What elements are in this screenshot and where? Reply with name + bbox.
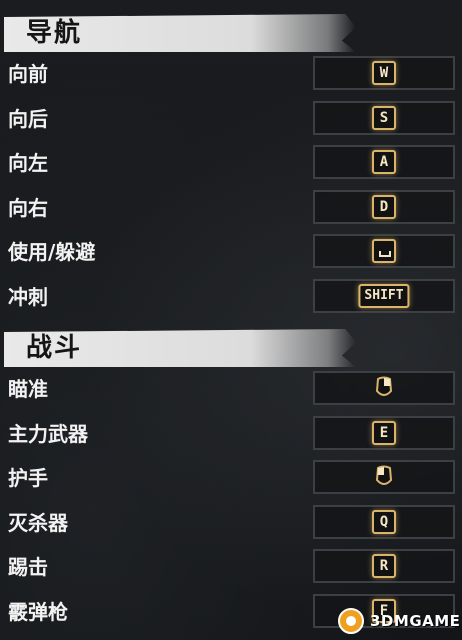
- watermark-logo-icon: [338, 608, 364, 634]
- keybind-right[interactable]: D: [313, 190, 455, 224]
- row-label-backward: 向后: [8, 107, 48, 131]
- right-mouse-button-icon: [375, 376, 393, 396]
- row-label-sprint: 冲刺: [8, 285, 48, 309]
- keybind-sprint[interactable]: SHIFT: [313, 279, 455, 313]
- watermark-text: 3DMGAME: [370, 612, 461, 630]
- keycap-left: A: [372, 150, 396, 174]
- row-label-forward: 向前: [8, 62, 48, 86]
- row-label-aim: 瞄准: [8, 377, 48, 401]
- keybind-aim[interactable]: [313, 371, 455, 405]
- keycap-right: D: [372, 195, 396, 219]
- keycap-destroyer: Q: [372, 510, 396, 534]
- watermark: 3DMGAME: [336, 606, 461, 636]
- keybind-kick[interactable]: R: [313, 549, 455, 583]
- row-label-destroyer: 灭杀器: [8, 511, 68, 535]
- row-label-kick: 踢击: [8, 555, 48, 579]
- spacebar-icon: [372, 239, 396, 263]
- keycap-kick: R: [372, 554, 396, 578]
- keybind-destroyer[interactable]: Q: [313, 505, 455, 539]
- keybind-gauntlet[interactable]: [313, 460, 455, 494]
- row-label-shotgun: 霰弹枪: [8, 600, 68, 624]
- keybind-left[interactable]: A: [313, 145, 455, 179]
- row-label-primary-weapon: 主力武器: [8, 422, 88, 446]
- row-label-left: 向左: [8, 151, 48, 175]
- keycap-backward: S: [372, 106, 396, 130]
- section-title-navigation: 导航: [26, 18, 83, 48]
- row-label-use-dodge: 使用/躲避: [8, 240, 96, 264]
- keycap-primary-weapon: E: [372, 421, 396, 445]
- keybind-backward[interactable]: S: [313, 101, 455, 135]
- row-label-gauntlet: 护手: [8, 466, 48, 490]
- keybind-use-dodge[interactable]: [313, 234, 455, 268]
- keybind-primary-weapon[interactable]: E: [313, 416, 455, 450]
- keycap-sprint: SHIFT: [358, 284, 410, 308]
- row-label-right: 向右: [8, 196, 48, 220]
- left-mouse-button-icon: [375, 465, 393, 485]
- keybind-forward[interactable]: W: [313, 56, 455, 90]
- keycap-forward: W: [372, 61, 396, 85]
- section-title-combat: 战斗: [26, 333, 83, 363]
- background: [0, 0, 462, 640]
